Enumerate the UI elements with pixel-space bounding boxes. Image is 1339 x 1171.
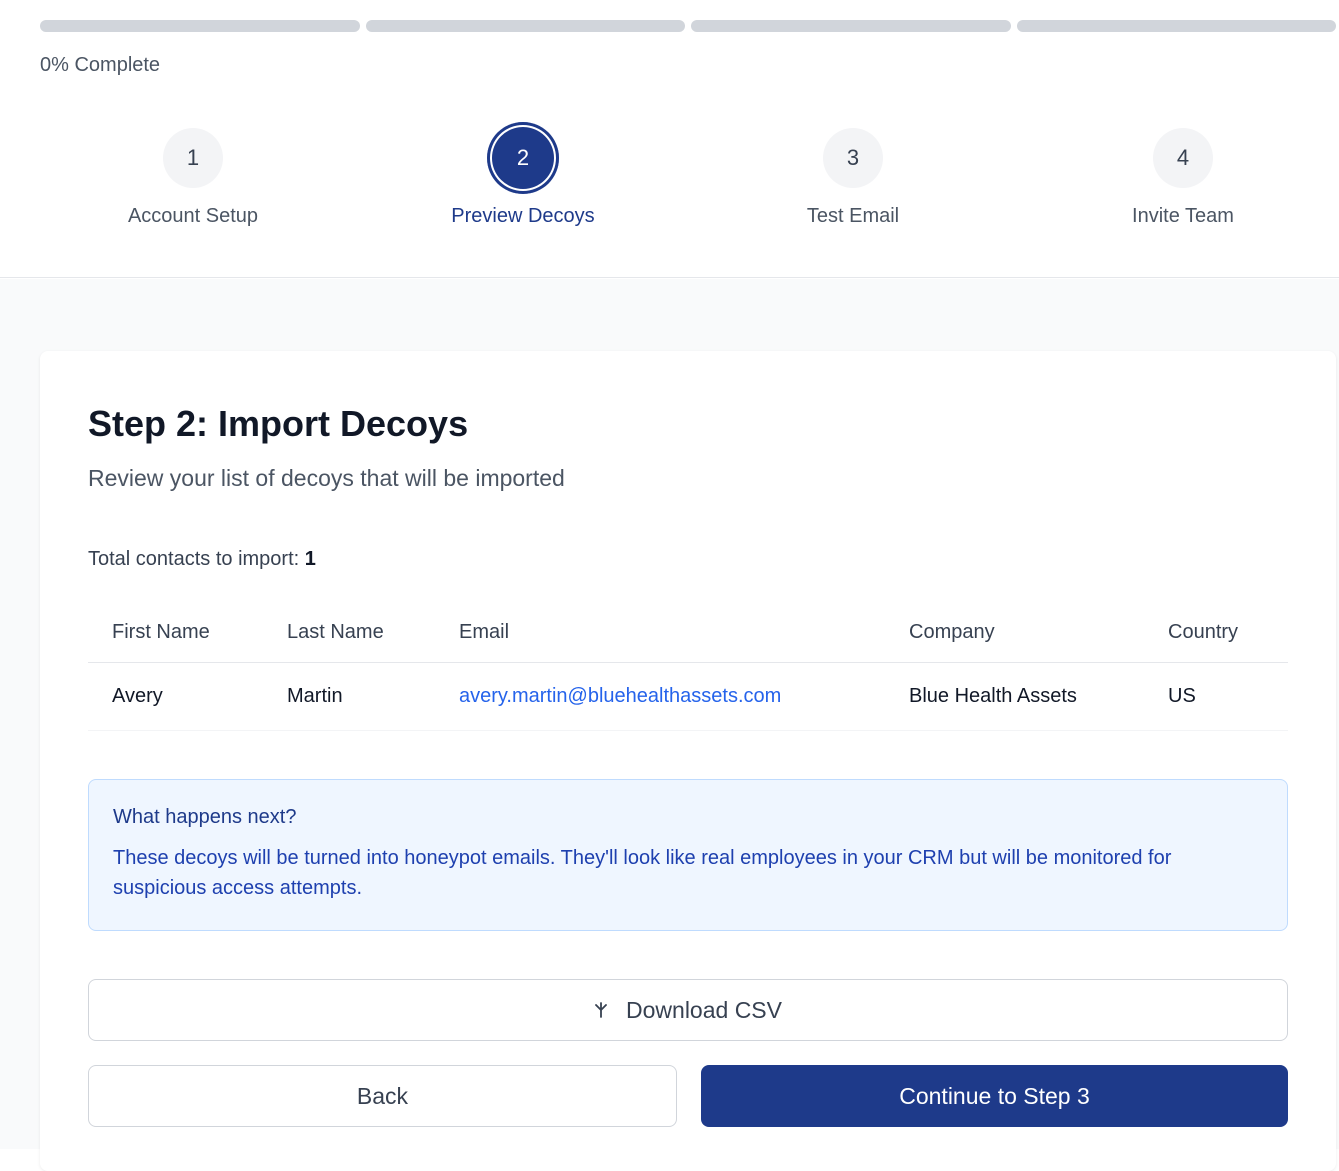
step-invite-team[interactable]: 4 Invite Team <box>1018 122 1339 228</box>
page-title: Step 2: Import Decoys <box>88 403 469 444</box>
progress-segment <box>691 20 1011 32</box>
progress-segment <box>1016 20 1336 32</box>
step-number-circle: 2 <box>487 122 559 194</box>
step-number-circle: 4 <box>1153 128 1213 188</box>
total-contacts-label: Total contacts to import: <box>88 548 300 570</box>
header-last-name: Last Name <box>287 621 384 643</box>
header-country: Country <box>1168 621 1239 643</box>
progress-bar <box>40 20 1336 32</box>
back-button[interactable]: Back <box>88 1065 677 1127</box>
download-icon <box>595 1002 607 1018</box>
total-contacts: Total contacts to import: 1 <box>88 548 316 571</box>
total-contacts-value: 1 <box>304 548 316 570</box>
step-label: Test Email <box>806 205 900 227</box>
header-first-name: First Name <box>112 621 210 643</box>
step-label: Invite Team <box>1132 205 1234 227</box>
header-email: Email <box>459 621 510 643</box>
header-company: Company <box>909 621 995 643</box>
progress-segment <box>40 20 360 32</box>
info-text: These decoys will be turned into honeypo… <box>113 847 1172 899</box>
cell-company: Blue Health Assets <box>909 685 1077 707</box>
download-csv-button[interactable]: Download CSV <box>88 979 1288 1041</box>
page-subtitle: Review your list of decoys that will be … <box>88 465 565 491</box>
table-row: Avery Martin avery.martin@bluehealthasse… <box>88 663 1288 731</box>
cell-last-name: Martin <box>287 685 343 707</box>
step-label: Preview Decoys <box>451 205 595 227</box>
step-number-circle: 1 <box>163 128 223 188</box>
step-account-setup[interactable]: 1 Account Setup <box>28 122 358 228</box>
import-decoys-card: Step 2: Import Decoys Review your list o… <box>40 351 1336 1171</box>
table-header: First Name Last Name Email Company Count… <box>88 603 1288 663</box>
download-csv-label: Download CSV <box>626 996 782 1023</box>
step-label: Account Setup <box>127 205 259 227</box>
cell-email-link[interactable]: avery.martin@bluehealthassets.com <box>435 685 885 708</box>
cell-first-name: Avery <box>112 685 163 707</box>
wizard-header: 0% Complete 1 Account Setup 2 Preview De… <box>0 0 1339 278</box>
step-test-email[interactable]: 3 Test Email <box>688 122 1018 228</box>
continue-button[interactable]: Continue to Step 3 <box>701 1065 1288 1127</box>
stepper: 1 Account Setup 2 Preview Decoys 3 Test … <box>28 122 1339 242</box>
cell-country: US <box>1168 685 1196 707</box>
progress-segment <box>365 20 685 32</box>
step-number-circle: 3 <box>823 128 883 188</box>
decoys-table: First Name Last Name Email Company Count… <box>88 603 1288 731</box>
info-box: What happens next? These decoys will be … <box>88 779 1288 931</box>
progress-percent-label: 0% Complete <box>40 54 161 76</box>
step-preview-decoys[interactable]: 2 Preview Decoys <box>358 122 688 228</box>
info-title: What happens next? <box>113 806 297 828</box>
